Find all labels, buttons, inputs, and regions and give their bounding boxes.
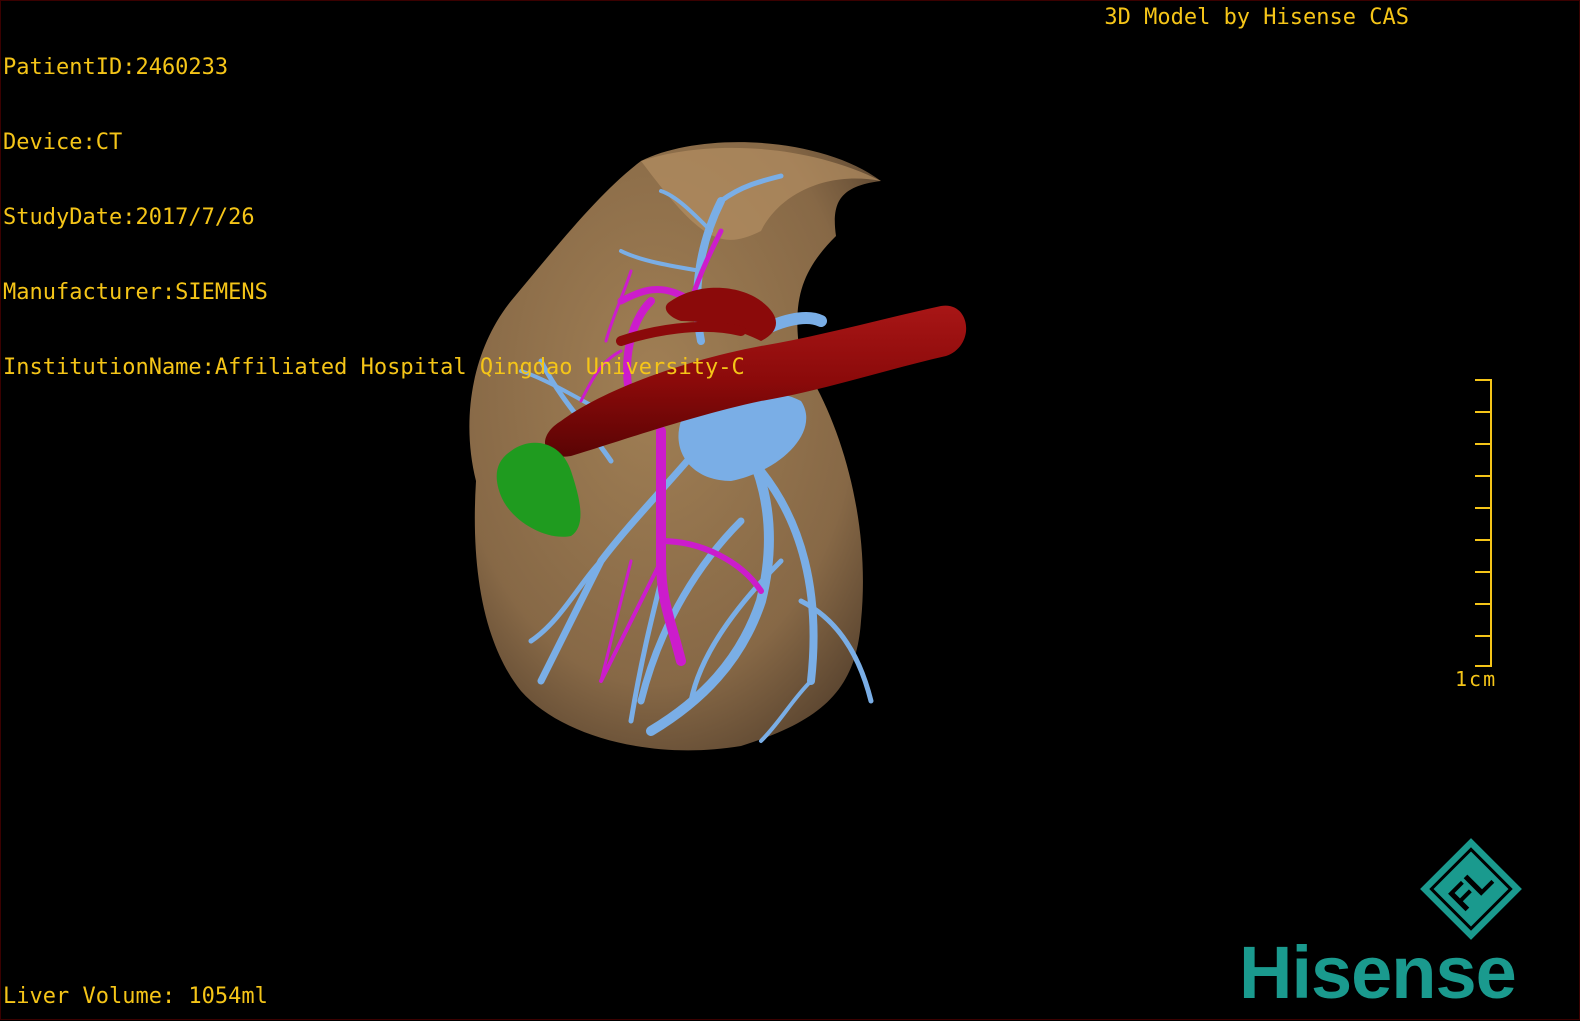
manufacturer: Manufacturer:SIEMENS xyxy=(3,280,268,305)
institution-name: InstitutionName:Affiliated Hospital Qing… xyxy=(3,355,745,380)
3d-viewport[interactable]: PatientID:2460233 Device:CT StudyDate:20… xyxy=(0,0,1580,1020)
liver-volume: Liver Volume: 1054ml xyxy=(3,984,268,1009)
patient-info-overlay: PatientID:2460233 Device:CT StudyDate:20… xyxy=(3,5,745,430)
scale-bar-label: 1cm xyxy=(1455,667,1498,691)
model-credit: 3D Model by Hisense CAS xyxy=(1104,5,1409,30)
scale-bar xyxy=(1475,379,1492,667)
hisense-brand: Hisense xyxy=(1239,931,1517,1014)
device: Device:CT xyxy=(3,130,123,155)
study-date: StudyDate:2017/7/26 xyxy=(3,205,255,230)
patient-id: PatientID:2460233 xyxy=(3,55,229,80)
